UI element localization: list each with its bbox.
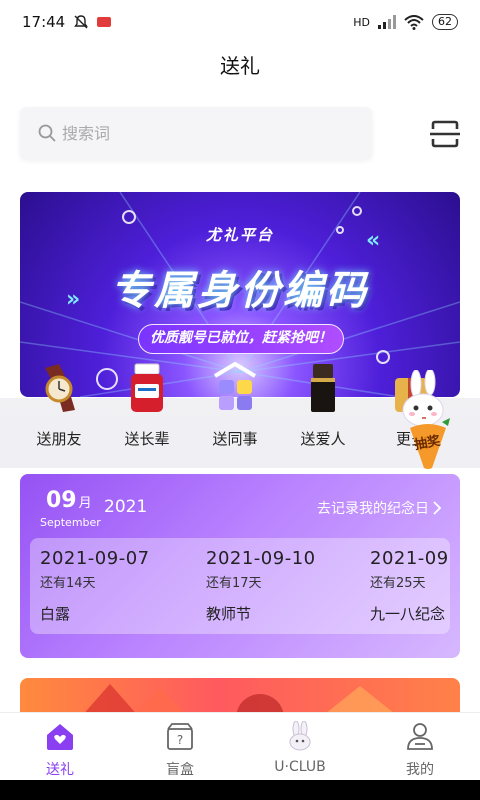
supplement-bottle-icon [131,363,163,412]
tab-blindbox[interactable]: ? 盲盒 [120,713,240,780]
month-english: September [40,516,101,529]
bottom-tab-bar: 送礼 ? 盲盒 U·CLUB 我的 [0,712,480,780]
list-item[interactable]: 2021-09 还有25天 九一八纪念 [370,548,450,624]
search-bar[interactable] [20,107,372,159]
mystery-box-icon: ? [167,723,193,750]
list-item[interactable]: 2021-09-10 还有17天 教师节 [206,548,376,624]
wifi-icon [404,14,424,30]
user-icon [407,723,433,750]
tab-label: 我的 [406,762,434,778]
year-label: 2021 [104,497,148,517]
scan-icon[interactable] [428,117,462,151]
banner-tag: 尤礼平台 [205,226,274,244]
tab-uclub[interactable]: U·CLUB [240,713,360,780]
watch-icon [45,364,75,412]
day-date: 2021-09 [370,548,449,569]
system-nav-bar [0,780,480,800]
signal-icon [378,15,396,29]
anniversary-card: 09 月 September 2021 去记录我的纪念日 2021-09-07 还… [20,474,460,658]
day-date: 2021-09-10 [206,548,316,569]
day-remaining: 还有25天 [370,576,426,591]
record-anniversary-link[interactable]: 去记录我的纪念日 [317,498,442,518]
category-elders[interactable]: 送长辈 [103,354,191,454]
lipstick-icon [311,364,335,412]
category-label: 送朋友 [36,430,82,448]
banner-subline: 优质靓号已就位，赶紧抢吧！ [138,324,344,354]
decor-ring [122,210,136,224]
rabbit-carrot-icon [402,368,450,469]
category-label: 送同事 [212,430,258,448]
gift-blocks-icon [213,362,257,410]
decor-ring [352,206,362,216]
svg-text:?: ? [177,733,183,747]
chevron-right-icon [433,501,442,515]
day-remaining: 还有14天 [40,576,96,591]
tab-label: 盲盒 [166,762,194,778]
month-unit: 月 [78,496,92,511]
list-item[interactable]: 2021-09-07 还有14天 白露 [40,548,210,624]
day-name: 教师节 [206,605,252,623]
day-name: 白露 [40,605,71,623]
category-lover[interactable]: 送爱人 [279,354,367,454]
tab-mine[interactable]: 我的 [360,713,480,780]
day-date: 2021-09-07 [40,548,150,569]
day-name: 九一八纪念 [370,605,446,623]
battery-indicator: 62 [432,14,458,30]
tab-label: U·CLUB [274,759,326,775]
rabbit-icon [289,721,311,751]
category-label: 送长辈 [124,430,170,448]
month-display: 09 月 [46,488,92,513]
day-remaining: 还有17天 [206,576,262,591]
page-title: 送礼 [220,54,260,78]
search-input[interactable] [62,123,322,143]
tab-label: 送礼 [46,762,74,778]
month-number: 09 [46,488,77,513]
record-link-label: 去记录我的纪念日 [317,501,429,517]
banner-headline: 专属身份编码 [111,268,369,314]
category-friends[interactable]: 送朋友 [15,354,103,454]
category-colleagues[interactable]: 送同事 [191,354,279,454]
upcoming-days-list: 2021-09-07 还有14天 白露 2021-09-10 还有17天 教师节… [30,538,450,634]
network-type: HD [353,15,370,29]
tab-gift[interactable]: 送礼 [0,713,120,780]
status-bar: 17:44 HD 62 [0,0,480,44]
lucky-draw-button[interactable]: 抽奖 [388,368,464,470]
notification-app-icon [97,17,112,27]
category-label: 送爱人 [300,430,346,448]
home-heart-icon [47,724,73,750]
mute-bell-icon [74,15,89,29]
search-icon [38,124,56,142]
status-time: 17:44 [22,13,66,31]
